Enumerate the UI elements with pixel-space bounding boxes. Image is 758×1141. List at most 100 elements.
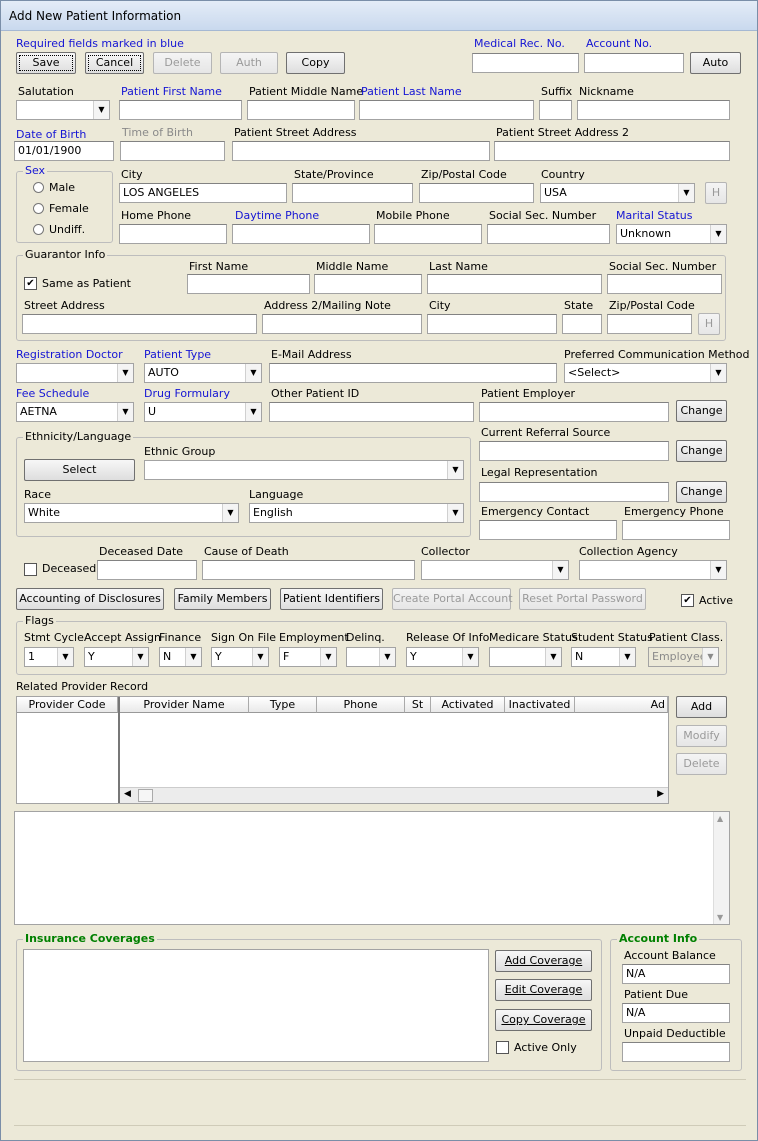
state-input[interactable] [292, 183, 413, 203]
home-phone-input[interactable] [119, 224, 227, 244]
scroll-down-icon[interactable]: ▼ [717, 913, 723, 922]
suffix-input[interactable] [539, 100, 572, 120]
employer-change-button[interactable]: Change [676, 400, 727, 422]
deceased-date-input[interactable] [97, 560, 197, 580]
copy-coverage-button[interactable]: Copy Coverage [495, 1009, 592, 1031]
undiff-radio[interactable] [33, 224, 44, 235]
add-coverage-button[interactable]: Add Coverage [495, 950, 592, 972]
collector-select[interactable]: ▼ [421, 560, 569, 580]
sign-on-file-select[interactable]: Y ▼ [211, 647, 269, 667]
col-phone[interactable]: Phone [317, 697, 405, 713]
legal-change-button[interactable]: Change [676, 481, 727, 503]
g-middle-input[interactable] [314, 274, 422, 294]
active-checkbox[interactable]: ✔ [681, 594, 694, 607]
scroll-right-icon[interactable]: ▶ [657, 789, 664, 799]
emergency-contact-input[interactable] [479, 520, 617, 540]
g-last-input[interactable] [427, 274, 602, 294]
zip-input[interactable] [419, 183, 534, 203]
g-street-input[interactable] [22, 314, 257, 334]
salutation-select[interactable]: ▼ [16, 100, 110, 120]
accept-assign-select[interactable]: Y ▼ [84, 647, 149, 667]
col-inactivated[interactable]: Inactivated [505, 697, 575, 713]
insurance-list[interactable] [23, 949, 489, 1062]
g-city-input[interactable] [427, 314, 557, 334]
release-info-select[interactable]: Y ▼ [406, 647, 479, 667]
street-input[interactable] [232, 141, 490, 161]
horizontal-scrollbar[interactable]: ◀ ▶ [120, 787, 668, 803]
race-select[interactable]: White ▼ [24, 503, 239, 523]
agency-select[interactable]: ▼ [579, 560, 727, 580]
street2-input[interactable] [494, 141, 730, 161]
col-ad[interactable]: Ad [575, 697, 668, 713]
scroll-left-icon[interactable]: ◀ [124, 789, 131, 799]
female-radio[interactable] [33, 203, 44, 214]
save-button[interactable]: Save [16, 52, 76, 74]
cancel-button[interactable]: Cancel [85, 52, 144, 74]
h-button[interactable]: H [705, 182, 727, 204]
col-provider-name[interactable]: Provider Name [120, 697, 249, 713]
g-zip-input[interactable] [607, 314, 692, 334]
g-state-input[interactable] [562, 314, 602, 334]
patient-class-select[interactable]: Employee ▼ [648, 647, 719, 667]
cause-input[interactable] [202, 560, 415, 580]
auto-button[interactable]: Auto [690, 52, 741, 74]
disclosures-button[interactable]: Accounting of Disclosures [16, 588, 164, 610]
daytime-phone-input[interactable] [232, 224, 370, 244]
provider-table[interactable]: Provider Code Provider Name Type Phone S… [16, 696, 669, 804]
vertical-scrollbar[interactable]: ▲ ▼ [713, 812, 729, 924]
ethnic-group-select[interactable]: ▼ [144, 460, 464, 480]
student-status-select[interactable]: N ▼ [571, 647, 636, 667]
stmt-cycle-select[interactable]: 1 ▼ [24, 647, 74, 667]
account-no-input[interactable] [584, 53, 684, 73]
provider-modify-button[interactable]: Modify [676, 725, 727, 747]
nickname-input[interactable] [577, 100, 730, 120]
reg-doctor-select[interactable]: ▼ [16, 363, 134, 383]
g-ssn-input[interactable] [607, 274, 722, 294]
mrn-input[interactable] [472, 53, 579, 73]
delete-button[interactable]: Delete [153, 52, 212, 74]
last-name-input[interactable] [359, 100, 534, 120]
ethnic-select-button[interactable]: Select [24, 459, 135, 481]
provider-code-list[interactable] [17, 714, 118, 803]
active-only-checkbox[interactable] [496, 1041, 509, 1054]
col-activated[interactable]: Activated [431, 697, 505, 713]
delinq-select[interactable]: ▼ [346, 647, 396, 667]
first-name-input[interactable] [119, 100, 242, 120]
edit-coverage-button[interactable]: Edit Coverage [495, 979, 592, 1001]
g-addr2-input[interactable] [262, 314, 422, 334]
other-id-input[interactable] [269, 402, 474, 422]
provider-add-button[interactable]: Add [676, 696, 727, 718]
comm-method-select[interactable]: <Select> ▼ [564, 363, 727, 383]
copy-button[interactable]: Copy [286, 52, 345, 74]
language-select[interactable]: English ▼ [249, 503, 464, 523]
family-members-button[interactable]: Family Members [174, 588, 271, 610]
fee-schedule-select[interactable]: AETNA ▼ [16, 402, 134, 422]
col-provider-code[interactable]: Provider Code [17, 697, 118, 713]
email-input[interactable] [269, 363, 557, 383]
patient-type-select[interactable]: AUTO ▼ [144, 363, 262, 383]
provider-delete-button[interactable]: Delete [676, 753, 727, 775]
employer-input[interactable] [479, 402, 669, 422]
g-first-input[interactable] [187, 274, 310, 294]
employment-select[interactable]: F ▼ [279, 647, 337, 667]
city-input[interactable]: LOS ANGELES [119, 183, 287, 203]
emergency-phone-input[interactable] [622, 520, 730, 540]
country-select[interactable]: USA ▼ [540, 183, 695, 203]
notes-textarea[interactable]: ▲ ▼ [14, 811, 730, 925]
tob-input[interactable] [120, 141, 225, 161]
finance-select[interactable]: N ▼ [159, 647, 202, 667]
scroll-thumb[interactable] [138, 789, 153, 802]
g-h-button[interactable]: H [698, 313, 720, 335]
medicare-status-select[interactable]: ▼ [489, 647, 562, 667]
male-radio[interactable] [33, 182, 44, 193]
deceased-checkbox[interactable] [24, 563, 37, 576]
referral-input[interactable] [479, 441, 669, 461]
ssn-input[interactable] [487, 224, 610, 244]
auth-button[interactable]: Auth [220, 52, 278, 74]
marital-select[interactable]: Unknown ▼ [616, 224, 727, 244]
reset-portal-button[interactable]: Reset Portal Password [519, 588, 646, 610]
drug-formulary-select[interactable]: U ▼ [144, 402, 262, 422]
same-as-patient-checkbox[interactable]: ✔ [24, 277, 37, 290]
scroll-up-icon[interactable]: ▲ [717, 814, 723, 823]
patient-identifiers-button[interactable]: Patient Identifiers [280, 588, 383, 610]
